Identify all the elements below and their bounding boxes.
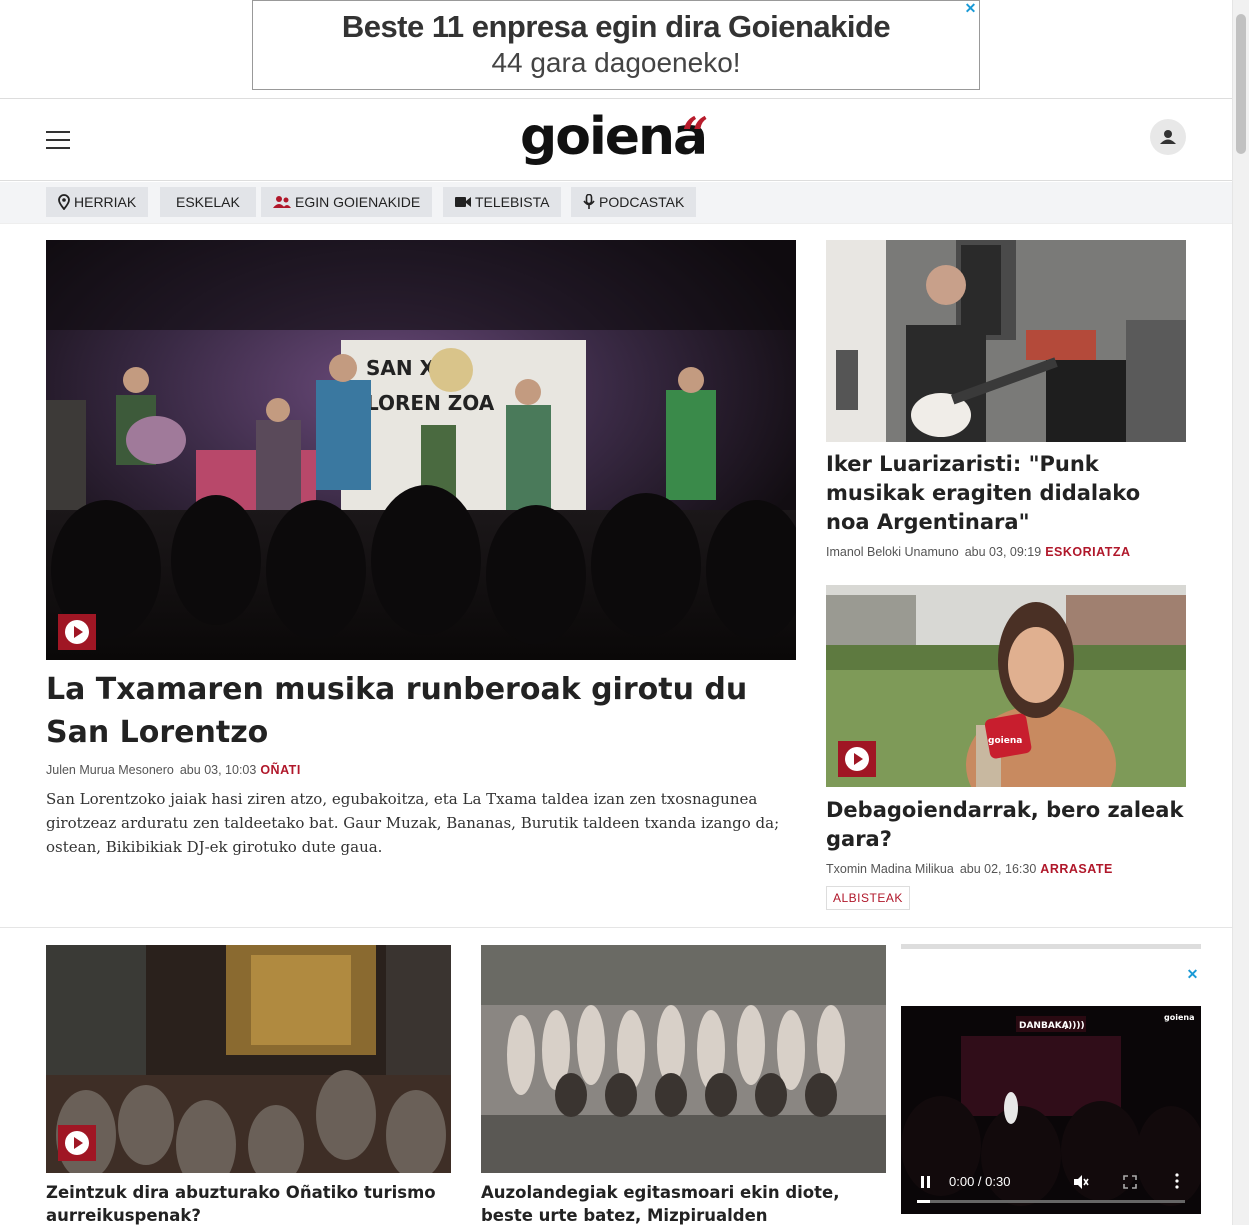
- nav-label: HERRIAK: [74, 194, 137, 210]
- side-story-1-image[interactable]: [826, 240, 1186, 442]
- ad-close-icon[interactable]: ✕: [963, 1, 978, 16]
- nav-label: PODCASTAK: [599, 194, 685, 210]
- nav-item-podcastak[interactable]: PODCASTAK: [571, 187, 697, 217]
- nav-item-herriak[interactable]: HERRIAK: [46, 187, 149, 217]
- ad-headline: Beste 11 enpresa egin dira Goienakide: [341, 9, 891, 44]
- side-story-2-image[interactable]: goiena: [826, 585, 1186, 787]
- user-account-button[interactable]: [1150, 119, 1186, 155]
- top-banner-ad[interactable]: Beste 11 enpresa egin dira Goienakide 44…: [252, 0, 980, 90]
- mic-label: goiena: [988, 736, 1022, 746]
- video-brand-text: goiena: [1164, 1013, 1194, 1022]
- concert-photo: SAN XAK LOREN ZOA: [46, 240, 796, 660]
- fullscreen-icon[interactable]: [1123, 1175, 1137, 1192]
- video-progress-fill: [917, 1200, 931, 1203]
- story-date: abu 03, 09:19: [964, 545, 1042, 559]
- logo-wordmark: goiena: [520, 107, 708, 167]
- banner-text-2: LOREN ZOA: [366, 391, 495, 415]
- side-story-2-meta: Txomin Madina Milikua abu 02, 16:30 ARRASA…: [826, 862, 1113, 876]
- site-header: goiena “: [0, 99, 1232, 181]
- story-town[interactable]: OÑATI: [260, 763, 300, 777]
- bottom-story-1-image[interactable]: [46, 945, 451, 1173]
- page-scrollbar[interactable]: [1232, 0, 1249, 1225]
- mute-icon[interactable]: [1073, 1174, 1089, 1193]
- nav-item-telebista[interactable]: TELEBISTA: [443, 187, 562, 217]
- video-ad-player[interactable]: DANBAKA ))))) goiena 0:00 / 0:30: [901, 1006, 1201, 1214]
- video-progress-track[interactable]: [917, 1200, 1185, 1203]
- nav-label: TELEBISTA: [475, 194, 550, 210]
- section-divider: [0, 927, 1232, 928]
- ad-top-bar: [901, 944, 1201, 949]
- ad-subline: 44 gara dagoeneko!: [491, 47, 741, 78]
- scrollbar-thumb[interactable]: [1236, 14, 1246, 154]
- people-icon: [273, 195, 291, 209]
- video-controls: 0:00 / 0:30: [901, 1164, 1201, 1214]
- nav-item-eskelak[interactable]: ESKELAK: [160, 187, 256, 217]
- bottom-story-1-title[interactable]: Zeintzuk dira abuzturako Oñatiko turismo…: [46, 1181, 451, 1225]
- side-story-1-meta: Imanol Beloki Unamuno abu 03, 09:19 ESKORI…: [826, 545, 1131, 559]
- location-pin-icon: [58, 194, 70, 210]
- guitarist-photo: [826, 240, 1186, 442]
- play-video-icon[interactable]: [58, 614, 96, 650]
- group-photo: [481, 945, 886, 1173]
- menu-icon[interactable]: [46, 129, 70, 149]
- video-sign-mark: ))))): [1064, 1021, 1085, 1031]
- nav-label: EGIN GOIENAKIDE: [295, 194, 421, 210]
- main-story-image[interactable]: SAN XAK LOREN ZOA: [46, 240, 796, 660]
- story-date: abu 03, 10:03: [179, 763, 257, 777]
- story-author[interactable]: Txomin Madina Milikua: [826, 862, 954, 876]
- bottom-story-2-image[interactable]: [481, 945, 886, 1173]
- story-date: abu 02, 16:30: [959, 862, 1037, 876]
- user-icon: [1160, 130, 1176, 144]
- video-sign-text: DANBAKA: [1019, 1021, 1069, 1031]
- church-photo: [46, 945, 451, 1173]
- section-nav: HERRIAK ESKELAK EGIN GOIENAKIDE TELEBIST…: [0, 182, 1232, 224]
- video-time: 0:00 / 0:30: [949, 1174, 1011, 1189]
- pause-icon[interactable]: [921, 1176, 931, 1188]
- nav-label: ESKELAK: [176, 194, 240, 210]
- site-logo[interactable]: goiena “: [520, 107, 709, 173]
- video-camera-icon: [455, 196, 471, 208]
- more-options-icon[interactable]: [1175, 1173, 1179, 1192]
- story-town[interactable]: ARRASATE: [1040, 862, 1113, 876]
- story-author[interactable]: Julen Murua Mesonero: [46, 763, 174, 777]
- top-ad-area: Beste 11 enpresa egin dira Goienakide 44…: [0, 0, 1232, 99]
- side-story-2-title[interactable]: Debagoiendarrak, bero zaleak gara?: [826, 796, 1186, 854]
- microphone-icon: [583, 194, 595, 210]
- logo-quote-mark: “: [682, 107, 709, 161]
- story-town[interactable]: ESKORIATZA: [1045, 545, 1130, 559]
- nav-item-egin-goienakide[interactable]: EGIN GOIENAKIDE: [261, 187, 433, 217]
- main-story-title[interactable]: La Txamaren musika runberoak girotu du S…: [46, 668, 796, 754]
- story-author[interactable]: Imanol Beloki Unamuno: [826, 545, 959, 559]
- interview-photo: goiena: [826, 585, 1186, 787]
- video-ad-close-icon[interactable]: ✕: [1185, 967, 1200, 982]
- side-story-1-title[interactable]: Iker Luarizaristi: "Punk musikak eragite…: [826, 450, 1186, 537]
- bottom-story-2-title[interactable]: Auzolandegiak egitasmoari ekin diote, be…: [481, 1181, 886, 1225]
- main-story-meta: Julen Murua Mesonero abu 03, 10:03 OÑATI: [46, 763, 301, 777]
- play-video-icon[interactable]: [838, 741, 876, 777]
- category-tag[interactable]: ALBISTEAK: [826, 886, 910, 910]
- main-story-summary: San Lorentzoko jaiak hasi ziren atzo, eg…: [46, 790, 780, 856]
- play-video-icon[interactable]: [58, 1125, 96, 1161]
